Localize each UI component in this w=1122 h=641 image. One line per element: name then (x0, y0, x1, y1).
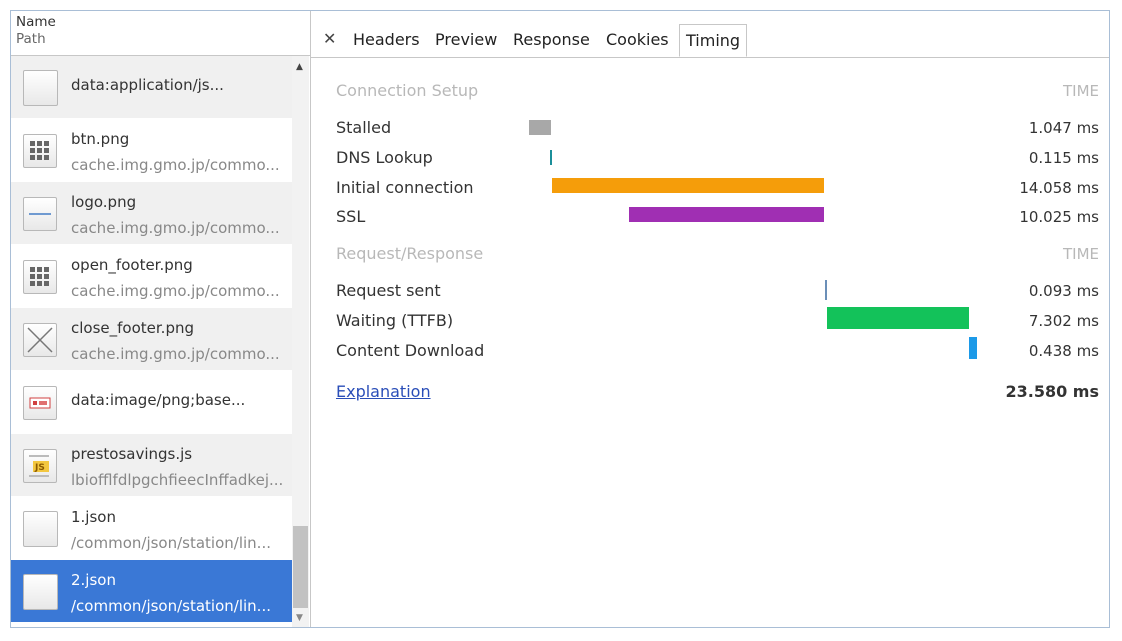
request-path: /common/json/station/lin... (71, 597, 271, 615)
request-path: cache.img.gmo.jp/commo... (71, 219, 280, 237)
initial-connection-bar (552, 178, 824, 193)
request-name: btn.png (71, 130, 130, 148)
request-row[interactable]: logo.png cache.img.gmo.jp/commo... (11, 182, 292, 245)
request-row[interactable]: 1.json /common/json/station/lin... (11, 497, 292, 560)
request-row[interactable]: data:application/js... (11, 56, 292, 119)
tab-cookies[interactable]: Cookies (606, 30, 669, 49)
scroll-down-arrow-icon[interactable]: ▼ (296, 613, 303, 623)
initial-connection-value: 14.058 ms (1019, 179, 1099, 197)
x-image-icon (23, 323, 57, 357)
stalled-label: Stalled (336, 118, 392, 137)
ssl-value: 10.025 ms (1019, 208, 1099, 226)
request-name: logo.png (71, 193, 137, 211)
initial-connection-label: Initial connection (336, 178, 474, 197)
grid-image-icon (23, 134, 57, 168)
content-download-label: Content Download (336, 341, 485, 360)
details-tab-bar: ✕ Headers Preview Response Cookies Timin… (311, 11, 1109, 58)
tab-preview[interactable]: Preview (435, 30, 497, 49)
total-time: 23.580 ms (1005, 382, 1099, 401)
request-name: data:application/js... (71, 76, 224, 94)
request-row[interactable]: close_footer.png cache.img.gmo.jp/commo.… (11, 308, 292, 371)
stalled-bar (529, 120, 551, 135)
js-file-icon: JS (23, 449, 57, 483)
blank-file-icon (23, 70, 58, 106)
request-response-title: Request/Response (336, 244, 484, 263)
request-name: data:image/png;base... (71, 391, 246, 409)
request-row[interactable]: data:image/png;base... (11, 371, 292, 434)
time-column-header: TIME (1062, 82, 1099, 100)
devtools-network-panel: Name Path data:application/js... btn.png… (10, 10, 1110, 628)
request-sent-bar (825, 280, 827, 300)
tab-response[interactable]: Response (513, 30, 590, 49)
stalled-value: 1.047 ms (1028, 119, 1099, 137)
dns-lookup-label: DNS Lookup (336, 148, 433, 167)
request-path: /common/json/station/lin... (71, 534, 271, 552)
request-row[interactable]: open_footer.png cache.img.gmo.jp/commo..… (11, 245, 292, 308)
request-sent-value: 0.093 ms (1028, 282, 1099, 300)
grid-image-icon (23, 260, 57, 294)
close-icon[interactable]: ✕ (323, 29, 336, 48)
request-details-panel: ✕ Headers Preview Response Cookies Timin… (311, 11, 1109, 627)
request-row[interactable]: btn.png cache.img.gmo.jp/commo... (11, 119, 292, 182)
waiting-ttfb-label: Waiting (TTFB) (336, 311, 454, 330)
request-name: close_footer.png (71, 319, 194, 337)
name-column-header[interactable]: Name (16, 14, 310, 31)
tab-headers[interactable]: Headers (353, 30, 420, 49)
request-name: open_footer.png (71, 256, 193, 274)
request-path: cache.img.gmo.jp/commo... (71, 282, 280, 300)
explanation-link[interactable]: Explanation (336, 382, 431, 401)
path-column-header[interactable]: Path (16, 31, 310, 48)
data-image-icon (23, 386, 57, 420)
connection-setup-title: Connection Setup (336, 81, 479, 100)
content-download-value: 0.438 ms (1028, 342, 1099, 360)
request-list: data:application/js... btn.png cache.img… (11, 56, 292, 623)
request-list-panel: Name Path data:application/js... btn.png… (11, 11, 311, 627)
request-path: cache.img.gmo.jp/commo... (71, 156, 280, 174)
time-column-header: TIME (1062, 245, 1099, 263)
content-download-bar (969, 337, 977, 359)
logo-image-icon (23, 197, 57, 231)
blank-file-icon (23, 574, 58, 610)
waiting-ttfb-value: 7.302 ms (1028, 312, 1099, 330)
request-name: 1.json (71, 508, 116, 526)
request-name: 2.json (71, 571, 116, 589)
blank-file-icon (23, 511, 58, 547)
request-row-selected[interactable]: 2.json /common/json/station/lin... (11, 560, 292, 623)
tab-timing[interactable]: Timing (679, 24, 748, 57)
dns-lookup-bar (550, 150, 552, 165)
ssl-label: SSL (336, 207, 366, 226)
svg-text:JS: JS (34, 463, 45, 473)
scrollbar-thumb[interactable] (293, 526, 308, 608)
request-list-scrollbar[interactable]: ▲ ▼ (292, 56, 309, 627)
waiting-ttfb-bar (827, 307, 969, 329)
request-path: lbiofflfdlpgchfieecInffadkej... (71, 471, 284, 489)
scroll-up-arrow-icon[interactable]: ▲ (296, 62, 303, 72)
request-sent-label: Request sent (336, 281, 441, 300)
ssl-bar (629, 207, 824, 222)
request-path: cache.img.gmo.jp/commo... (71, 345, 280, 363)
request-row[interactable]: JS prestosavings.js lbiofflfdlpgchfieecI… (11, 434, 292, 497)
request-name: prestosavings.js (71, 445, 193, 463)
list-header[interactable]: Name Path (11, 11, 310, 56)
dns-lookup-value: 0.115 ms (1028, 149, 1099, 167)
